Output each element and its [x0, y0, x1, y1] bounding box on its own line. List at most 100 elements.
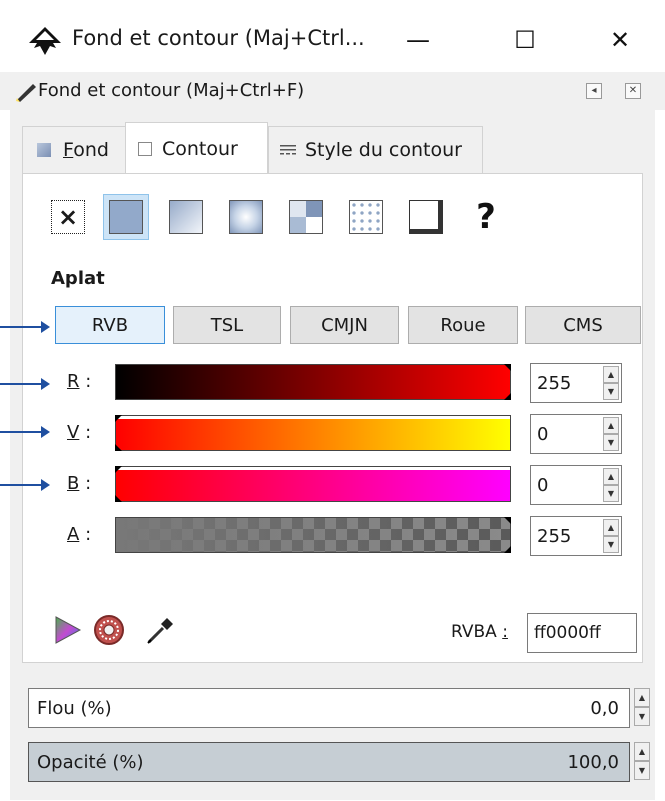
slider-marker-bottom-icon [115, 444, 122, 451]
color-picker-icon[interactable] [145, 614, 175, 646]
spin-down-icon[interactable]: ▼ [634, 707, 650, 726]
blur-label: Flou (%) [37, 698, 112, 719]
mode-cmyk-button[interactable]: CMJN [290, 306, 399, 344]
swatch-icon [409, 200, 443, 234]
pointer-arrow-mode [0, 321, 50, 333]
linear-gradient-icon [169, 200, 203, 234]
blue-spinbox[interactable]: 0 ▲ ▼ [530, 465, 622, 505]
green-label: V : [67, 422, 92, 443]
stroke-tab-icon [138, 141, 152, 156]
opacity-field[interactable]: Opacité (%) 100,0 [28, 742, 630, 782]
pointer-arrow-red [0, 378, 50, 390]
alpha-slider[interactable] [115, 517, 511, 553]
red-slider[interactable] [115, 364, 511, 400]
panel-close-icon[interactable]: ✕ [625, 83, 641, 99]
blue-value[interactable]: 0 [537, 475, 548, 496]
no-paint-button[interactable]: × [45, 194, 91, 240]
fill-stroke-icon [16, 84, 36, 102]
green-slider[interactable] [115, 415, 511, 451]
panel-collapse-icon[interactable]: ◂ [586, 83, 602, 99]
tab-fill[interactable]: Fond [22, 126, 126, 174]
maximize-button[interactable]: ☐ [497, 18, 553, 62]
linear-gradient-button[interactable] [163, 194, 209, 240]
color-scales-icon[interactable] [53, 614, 83, 646]
pointer-arrow-blue [0, 479, 50, 491]
pointer-arrow-green [0, 426, 50, 438]
slider-marker-top-icon [115, 415, 122, 422]
mesh-gradient-icon [289, 200, 323, 234]
blue-label: B : [67, 473, 92, 494]
spin-down-icon[interactable]: ▼ [634, 761, 650, 780]
slider-row-blue: B : 0 ▲ ▼ [23, 463, 644, 505]
spin-up-icon[interactable]: ▲ [603, 417, 619, 434]
pattern-icon [349, 200, 383, 234]
alpha-value[interactable]: 255 [537, 526, 571, 547]
opacity-label: Opacité (%) [37, 752, 144, 773]
red-spinbox[interactable]: 255 ▲ ▼ [530, 363, 622, 403]
inkscape-icon [29, 27, 61, 55]
rgba-label: RVBA : [451, 622, 508, 642]
slider-marker-bottom-icon [115, 495, 122, 502]
no-paint-icon: × [51, 200, 85, 234]
spin-down-icon[interactable]: ▼ [603, 383, 619, 400]
green-spinbox[interactable]: 0 ▲ ▼ [530, 414, 622, 454]
slider-row-red: R : 255 ▲ ▼ [23, 361, 644, 403]
spin-up-icon[interactable]: ▲ [634, 688, 650, 707]
swatch-button[interactable] [403, 194, 449, 240]
mode-wheel-button[interactable]: Roue [408, 306, 518, 344]
green-value[interactable]: 0 [537, 424, 548, 445]
pattern-button[interactable] [343, 194, 389, 240]
panel-body: Fond Contour Style du contour × ? Aplat … [10, 110, 655, 800]
slider-marker-top-icon [115, 466, 122, 473]
slider-marker-bottom-icon [504, 546, 511, 553]
slider-row-alpha: A : 255 ▲ ▼ [23, 514, 644, 556]
color-wheel-icon[interactable] [93, 614, 125, 646]
blue-slider[interactable] [115, 466, 511, 502]
spin-up-icon[interactable]: ▲ [603, 366, 619, 383]
tab-stroke-style-label: Style du contour [305, 139, 462, 161]
radial-gradient-button[interactable] [223, 194, 269, 240]
alpha-spinbox[interactable]: 255 ▲ ▼ [530, 516, 622, 556]
alpha-label: A : [67, 524, 92, 545]
close-window-button[interactable]: ✕ [592, 18, 648, 62]
panel-title: Fond et contour (Maj+Ctrl+F) [38, 80, 305, 101]
tab-fill-label: Fond [63, 139, 109, 161]
slider-marker-top-icon [504, 364, 511, 371]
slider-marker-bottom-icon [504, 393, 511, 400]
radial-gradient-icon [229, 200, 263, 234]
blur-field[interactable]: Flou (%) 0,0 [28, 688, 630, 728]
opacity-value[interactable]: 100,0 [567, 752, 619, 773]
slider-row-green: V : 0 ▲ ▼ [23, 412, 644, 454]
tab-stroke-label: Contour [162, 137, 238, 160]
panel-header: Fond et contour (Maj+Ctrl+F) ◂ ✕ [0, 72, 665, 110]
minimize-button[interactable]: — [390, 18, 446, 62]
stroke-paint-panel: × ? Aplat RVB TSL CMJN Roue CMS R: 255 … [22, 173, 643, 663]
blur-spin: ▲ ▼ [634, 688, 650, 726]
title-bar: Fond et contour (Maj+Ctrl... — ☐ ✕ [0, 0, 665, 72]
unset-paint-button[interactable]: ? [463, 194, 509, 240]
section-title: Aplat [51, 268, 105, 289]
mode-hsl-button[interactable]: TSL [173, 306, 281, 344]
flat-color-button[interactable] [103, 194, 149, 240]
window-title: Fond et contour (Maj+Ctrl... [72, 26, 365, 50]
tab-stroke-style[interactable]: Style du contour [268, 126, 483, 174]
fill-stroke-window: Fond et contour (Maj+Ctrl... — ☐ ✕ Fond … [0, 0, 665, 801]
spin-down-icon[interactable]: ▼ [603, 536, 619, 553]
spin-down-icon[interactable]: ▼ [603, 434, 619, 451]
spin-up-icon[interactable]: ▲ [603, 468, 619, 485]
blur-value[interactable]: 0,0 [590, 698, 619, 719]
mode-cms-button[interactable]: CMS [525, 306, 641, 344]
red-value[interactable]: 255 [537, 373, 571, 394]
mode-rgb-button[interactable]: RVB [55, 306, 165, 344]
spin-up-icon[interactable]: ▲ [634, 742, 650, 761]
rgba-input[interactable]: ff0000ff [527, 613, 637, 653]
stroke-style-icon [280, 145, 296, 155]
mesh-gradient-button[interactable] [283, 194, 329, 240]
spin-up-icon[interactable]: ▲ [603, 519, 619, 536]
spin-down-icon[interactable]: ▼ [603, 485, 619, 502]
red-label: R : [67, 371, 92, 392]
fill-tab-icon [37, 143, 51, 157]
slider-marker-top-icon [504, 517, 511, 524]
tab-stroke[interactable]: Contour [125, 122, 268, 174]
flat-color-icon [109, 200, 143, 234]
